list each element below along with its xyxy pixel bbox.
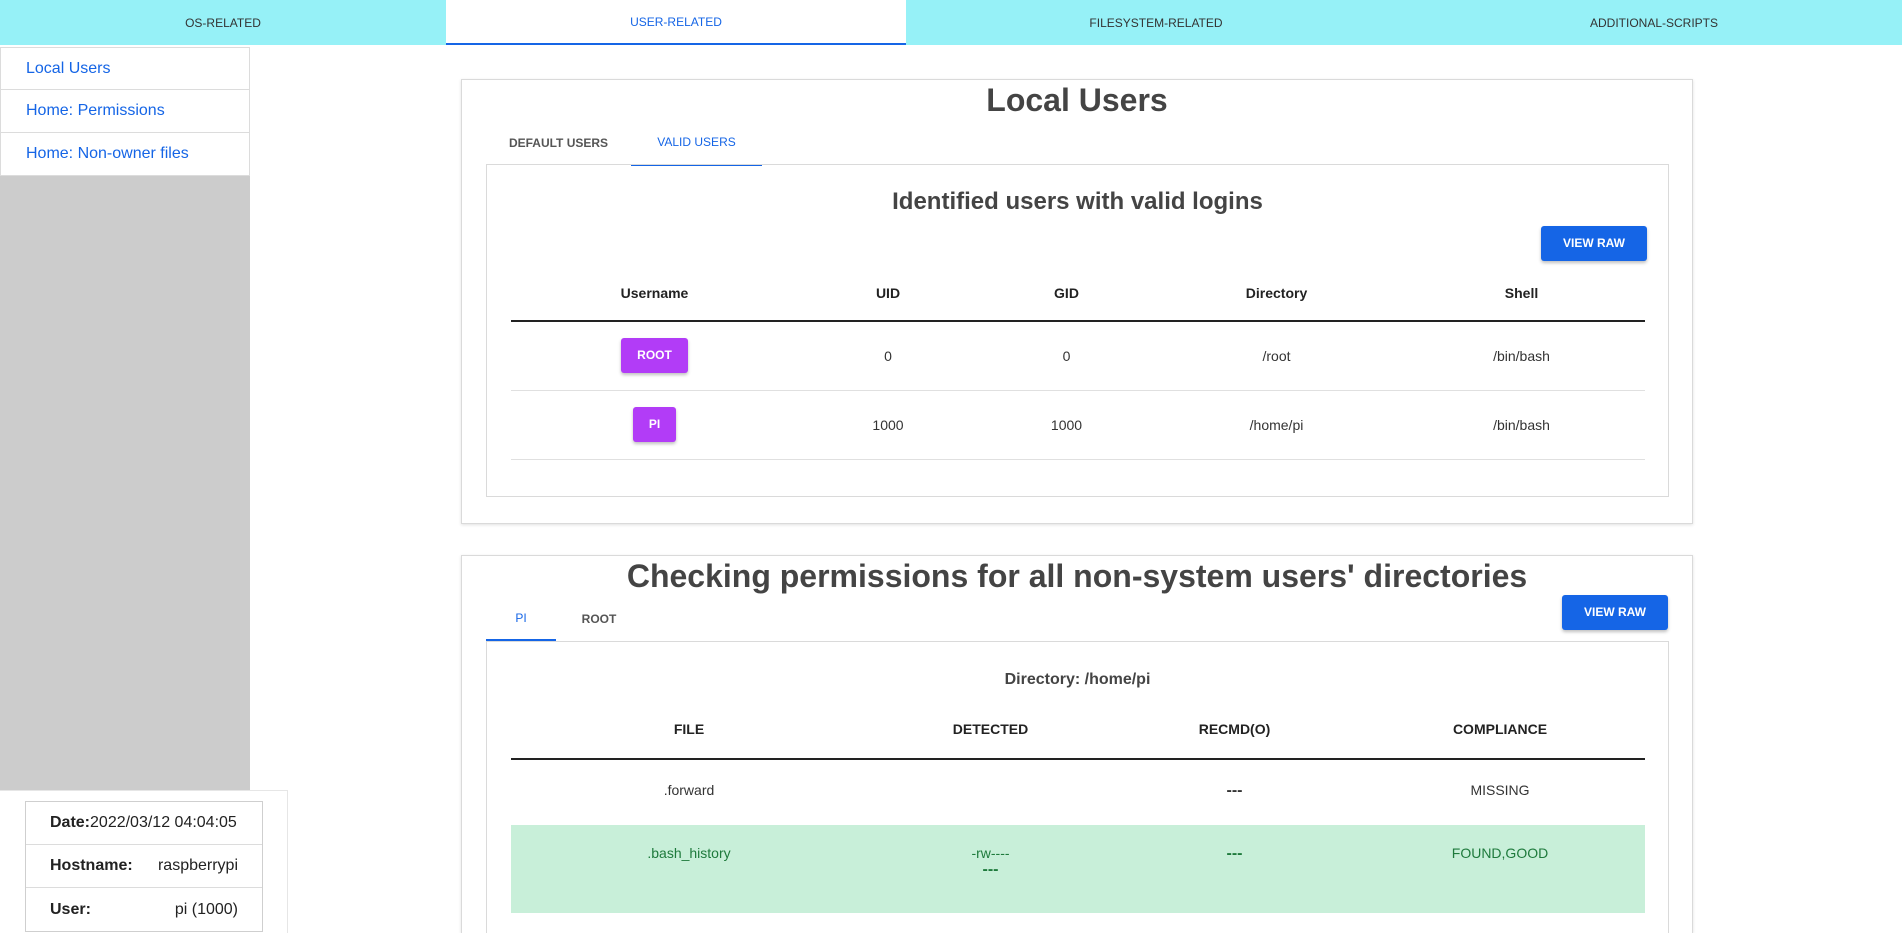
tab-root[interactable]: ROOT [556,596,642,641]
info-hostname-value: raspberrypi [157,857,238,874]
column-header: DETECTED [867,699,1114,760]
info-user-row: User: pi (1000) [26,888,262,931]
local-users-card: Local Users DEFAULT USERS VALID USERS Id… [461,79,1693,524]
table-row: .bash_history -rw---- --- --- FOUND,GOOD [511,825,1645,913]
gid-cell: 1000 [978,390,1155,460]
column-header: Shell [1398,265,1645,322]
tab-user-related[interactable]: USER-RELATED [446,0,906,45]
sidebar: Local Users Home: Permissions Home: Non-… [0,47,250,790]
info-hostname-row: Hostname: raspberrypi [26,845,262,888]
column-header: Username [511,265,798,322]
valid-users-panel: Identified users with valid logins VIEW … [486,164,1669,497]
local-users-tabs: DEFAULT USERS VALID USERS [462,120,1692,166]
tab-valid-users[interactable]: VALID USERS [631,120,762,166]
recmd-value: --- [1226,845,1243,862]
file-cell: .forward [663,782,715,798]
column-header: UID [798,265,978,322]
sidebar-item-local-users[interactable]: Local Users [0,47,250,90]
username-cell: ROOT [511,321,798,391]
info-date-value: 2022/03/12 04:04:05 [90,814,237,831]
pi-permissions-panel: Directory: /home/pi FILE DETECTED RECMD(… [486,641,1669,933]
tab-additional-scripts[interactable]: ADDITIONAL-SCRIPTS [1406,0,1902,45]
detected-cell: -rw---- --- [867,825,1114,913]
column-header: Directory [1155,265,1398,322]
table-row: PI 1000 1000 /home/pi /bin/bash [511,390,1645,460]
table-row: ROOT 0 0 /root /bin/bash [511,321,1645,391]
host-info-box: Date: 2022/03/12 04:04:05 Hostname: raspbe… [25,801,263,932]
compliance-cell: FOUND,GOOD [1355,825,1645,913]
recmd-value: --- [1226,782,1243,799]
valid-users-heading: Identified users with valid logins [892,188,1263,215]
info-hostname-label: Hostname: [50,857,133,874]
sidebar-item-home-permissions[interactable]: Home: Permissions [0,90,250,133]
file-cell: .bash_history [511,825,867,913]
info-user-label: User: [50,900,91,918]
column-header: FILE [511,699,867,760]
permissions-card: Checking permissions for all non-system … [461,555,1693,933]
uid-cell: 1000 [798,390,978,460]
compliance-cell: MISSING [1470,782,1530,798]
table-header-row: FILE DETECTED RECMD(O) COMPLIANCE [511,699,1645,760]
tab-pi[interactable]: PI [486,596,556,641]
table-header-row: Username UID GID Directory Shell [511,265,1645,322]
gid-cell: 0 [978,321,1155,391]
username-cell: PI [511,390,798,460]
permissions-tabs: PI ROOT [462,596,1692,641]
detected-value: -rw---- [971,845,1010,861]
permissions-table: FILE DETECTED RECMD(O) COMPLIANCE .forwa… [511,699,1645,913]
info-date-row: Date: 2022/03/12 04:04:05 [26,802,262,845]
shell-cell: /bin/bash [1398,321,1645,391]
info-user-value: pi (1000) [174,900,238,918]
shell-cell: /bin/bash [1398,390,1645,460]
uid-cell: 0 [798,321,978,391]
recmd-cell: --- [1114,759,1355,825]
user-button-root[interactable]: ROOT [621,338,688,374]
view-raw-button[interactable]: VIEW RAW [1562,595,1668,630]
column-header: GID [978,265,1155,322]
recmd-cell: --- [1114,825,1355,913]
sidebar-item-home-non-owner-files[interactable]: Home: Non-owner files [0,133,250,176]
directory-cell: /home/pi [1155,390,1398,460]
column-header: COMPLIANCE [1355,699,1645,760]
tab-os-related[interactable]: OS-RELATED [0,0,446,45]
user-button-pi[interactable]: PI [632,407,677,442]
info-date-label: Date: [50,814,91,831]
valid-users-table: Username UID GID Directory Shell ROOT 0 … [511,265,1645,460]
column-header: RECMD(O) [1114,699,1355,760]
host-info-panel: Date: 2022/03/12 04:04:05 Hostname: raspbe… [0,790,288,933]
tab-default-users[interactable]: DEFAULT USERS [486,120,631,166]
local-users-title: Local Users [986,82,1168,118]
table-row: .forward --- MISSING [511,759,1645,825]
detected-cell [867,759,1114,825]
directory-cell: /root [1155,321,1398,391]
tab-filesystem-related[interactable]: FILESYSTEM-RELATED [906,0,1406,45]
detected-extra-value: --- [982,861,999,878]
permissions-title: Checking permissions for all non-system … [626,558,1528,594]
directory-label: Directory: /home/pi [1004,671,1151,688]
top-navigation: OS-RELATED USER-RELATED FILESYSTEM-RELAT… [0,0,1902,45]
view-raw-button[interactable]: VIEW RAW [1541,226,1647,261]
